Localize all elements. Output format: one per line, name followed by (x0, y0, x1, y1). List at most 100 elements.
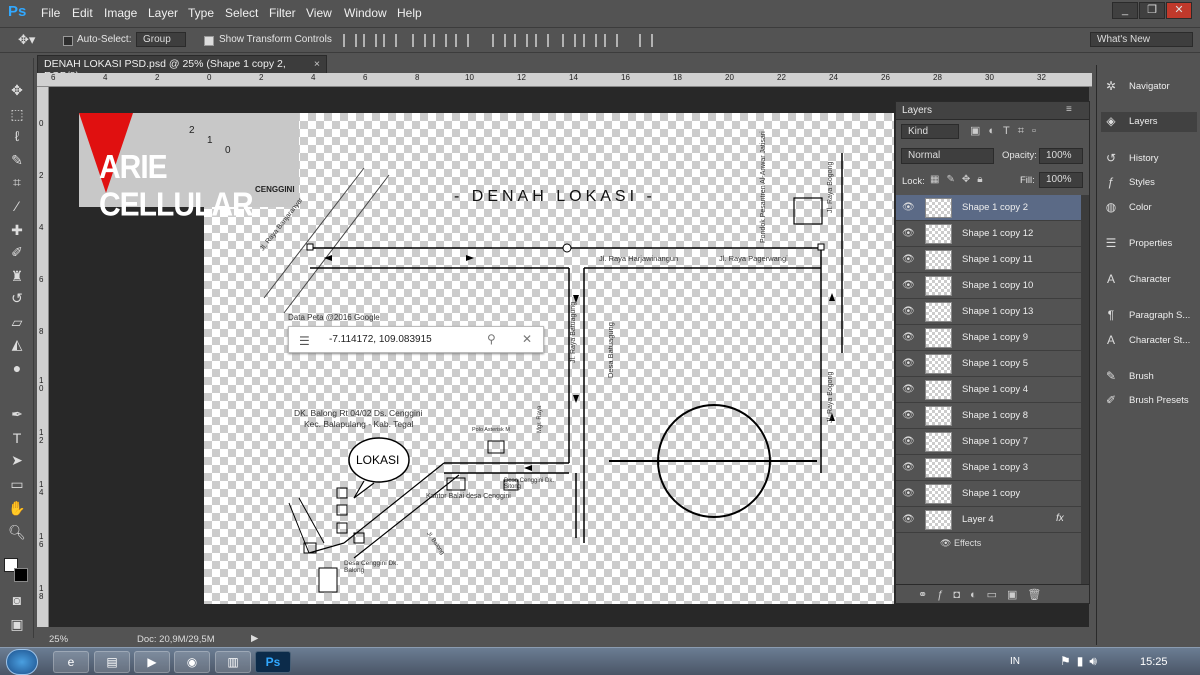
menu-help[interactable]: Help (397, 6, 422, 20)
search-icon[interactable]: ⚲ (487, 332, 496, 346)
layer-row[interactable]: 👁︎ Shape 1 copy 12 (896, 221, 1089, 247)
layer-row[interactable]: 👁︎ Shape 1 copy 13 (896, 299, 1089, 325)
workspace-dropdown[interactable]: What's New (1090, 32, 1193, 47)
visibility-eye-icon[interactable]: 👁︎ (902, 384, 915, 395)
restore-button[interactable]: ❐ (1139, 2, 1165, 19)
healing-tool-icon[interactable]: ✚ (6, 220, 28, 240)
distribute-left-icon[interactable] (562, 34, 576, 47)
clock[interactable]: 15:25 (1140, 656, 1168, 668)
visibility-eye-icon[interactable]: 👁︎ (902, 306, 915, 317)
dock-brush-presets[interactable]: ✐ Brush Presets (1101, 391, 1197, 411)
brush-tool-icon[interactable]: ✐ (6, 242, 28, 262)
status-arrow-icon[interactable]: ▶ (251, 633, 258, 644)
layer-row[interactable]: 👁︎ Shape 1 copy (896, 481, 1089, 507)
dock-color[interactable]: ◍ Color (1101, 198, 1197, 218)
background-color-swatch[interactable] (14, 568, 28, 582)
ie-icon[interactable]: e (53, 651, 89, 673)
opacity-field[interactable]: 100% (1039, 148, 1083, 164)
quick-mask-icon[interactable]: ◙ (6, 590, 28, 610)
explorer-icon[interactable]: ▤ (94, 651, 130, 673)
lock-icons[interactable]: ▦✎✥🔒︎ (930, 174, 990, 185)
type-tool-icon[interactable]: T (6, 428, 28, 448)
quick-select-tool-icon[interactable]: ✎ (6, 150, 28, 170)
dock-navigator[interactable]: ✲ Navigator (1101, 77, 1197, 97)
history-brush-tool-icon[interactable]: ↺ (6, 288, 28, 308)
layer-row[interactable]: 👁︎ Shape 1 copy 8 (896, 403, 1089, 429)
start-button[interactable] (6, 649, 38, 675)
visibility-eye-icon[interactable]: 👁︎ (940, 538, 954, 548)
paint-bucket-tool-icon[interactable]: ◭ (6, 334, 28, 354)
visibility-eye-icon[interactable]: 👁︎ (902, 436, 915, 447)
blend-mode-dropdown[interactable]: Normal (901, 148, 994, 164)
dock-brush[interactable]: ✎ Brush (1101, 367, 1197, 387)
app-icon[interactable]: ▥ (215, 651, 251, 673)
minimize-button[interactable]: _ (1112, 2, 1138, 19)
zoom-level[interactable]: 25% (49, 634, 68, 645)
layer-row[interactable]: 👁︎ Shape 1 copy 10 (896, 273, 1089, 299)
tray-icons[interactable]: ⚑▮🔊︎ (1060, 654, 1103, 669)
align-vcenter-icon[interactable] (363, 34, 377, 47)
dodge-tool-icon[interactable]: ● (6, 358, 28, 378)
crop-tool-icon[interactable]: ⌗ (6, 172, 28, 192)
layers-scrollbar[interactable] (1081, 195, 1089, 585)
visibility-eye-icon[interactable]: 👁︎ (902, 332, 915, 343)
map-search-box[interactable]: ☰ -7.114172, 109.083915 ⚲ ✕ (288, 326, 544, 353)
dock-character[interactable]: A Character (1101, 270, 1197, 290)
document-tab[interactable]: DENAH LOKASI PSD.psd @ 25% (Shape 1 copy… (37, 55, 327, 82)
language-indicator[interactable]: IN (1010, 656, 1020, 667)
layer-row[interactable]: 👁︎ Shape 1 copy 7 (896, 429, 1089, 455)
layer-row[interactable]: 👁︎ Shape 1 copy 11 (896, 247, 1089, 273)
lasso-tool-icon[interactable]: ℓ (6, 126, 28, 146)
menu-layer[interactable]: Layer (148, 6, 178, 20)
show-transform-checkbox[interactable] (204, 36, 214, 46)
dock-properties[interactable]: ☰ Properties (1101, 234, 1197, 254)
align-top-icon[interactable] (343, 34, 357, 47)
layer-row[interactable]: 👁︎ Shape 1 copy 3 (896, 455, 1089, 481)
dock-paragraph-styles[interactable]: ¶ Paragraph S... (1101, 306, 1197, 326)
close-icon[interactable]: ✕ (522, 332, 532, 346)
layer-row[interactable]: 👁︎ Shape 1 copy 4 (896, 377, 1089, 403)
filter-icons[interactable]: ▣◐T⌗▫ (970, 124, 1044, 138)
visibility-eye-icon[interactable]: 👁︎ (902, 358, 915, 369)
move-tool-icon[interactable]: ✥ (6, 80, 28, 100)
effects-row[interactable]: 👁︎ Effects (940, 538, 981, 549)
align-hcenter-icon[interactable] (433, 34, 447, 47)
align-bottom-icon[interactable] (383, 34, 397, 47)
visibility-eye-icon[interactable]: 👁︎ (902, 410, 915, 421)
close-button[interactable]: ✕ (1166, 2, 1192, 19)
hamburger-icon[interactable]: ☰ (299, 334, 310, 348)
shape-tool-icon[interactable]: ▭ (6, 474, 28, 494)
layer-row[interactable]: 👁︎ Shape 1 copy 2 (896, 195, 1089, 221)
layer-row[interactable]: 👁︎ Layer 4 fx (896, 507, 1089, 533)
menu-view[interactable]: View (306, 6, 332, 20)
menu-image[interactable]: Image (104, 6, 137, 20)
doc-size[interactable]: Doc: 20,9M/29,5M (137, 634, 215, 645)
path-select-tool-icon[interactable]: ➤ (6, 450, 28, 470)
panel-menu-icon[interactable]: ≡ (1066, 104, 1072, 115)
menu-type[interactable]: Type (188, 6, 214, 20)
auto-select-dropdown[interactable]: Group (136, 32, 186, 47)
fill-field[interactable]: 100% (1039, 172, 1083, 188)
dock-character-styles[interactable]: A Character St... (1101, 331, 1197, 351)
visibility-eye-icon[interactable]: 👁︎ (902, 280, 915, 291)
layers-panel-title[interactable]: Layers (902, 105, 932, 116)
marquee-tool-icon[interactable]: ⬚ (6, 104, 28, 124)
distribute-top-icon[interactable] (492, 34, 506, 47)
distribute-bottom-icon[interactable] (535, 34, 549, 47)
eraser-tool-icon[interactable]: ▱ (6, 312, 28, 332)
eyedropper-tool-icon[interactable]: ⁄ (6, 196, 28, 216)
visibility-eye-icon[interactable]: 👁︎ (902, 254, 915, 265)
dock-history[interactable]: ↺ History (1101, 149, 1197, 169)
layers-footer-icons[interactable]: ⚭ƒ◘◐▭▣🗑︎ (896, 584, 1089, 604)
dock-styles[interactable]: ƒ Styles (1101, 173, 1197, 193)
auto-align-icon[interactable] (639, 34, 653, 47)
hand-tool-icon[interactable]: ✋ (6, 498, 28, 518)
visibility-eye-icon[interactable]: 👁︎ (902, 488, 915, 499)
close-tab-icon[interactable]: × (314, 58, 320, 70)
menu-edit[interactable]: Edit (72, 6, 93, 20)
distribute-right-icon[interactable] (604, 34, 618, 47)
visibility-eye-icon[interactable]: 👁︎ (902, 202, 915, 213)
firefox-icon[interactable]: ◉ (174, 651, 210, 673)
screen-mode-icon[interactable]: ▣ (6, 614, 28, 634)
layer-fx-badge[interactable]: fx (1056, 513, 1064, 524)
